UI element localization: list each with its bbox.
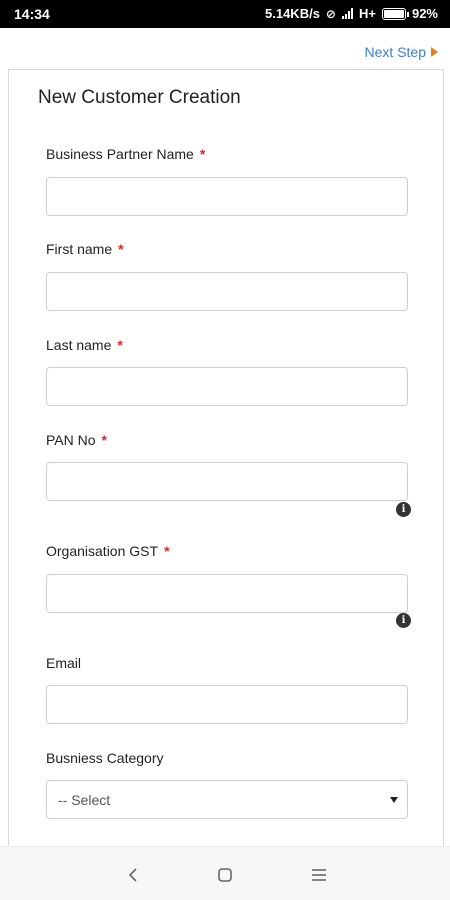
- email-label: Email: [46, 655, 81, 671]
- field-label-text: Busniess Category: [46, 750, 164, 766]
- next-arrow-icon: [431, 47, 438, 57]
- system-nav-bar: [0, 846, 450, 900]
- required-marker: *: [101, 432, 107, 448]
- back-icon[interactable]: [123, 865, 143, 885]
- chevron-down-icon: [390, 797, 398, 803]
- status-time: 14:34: [14, 6, 50, 22]
- field-label-text: First name: [46, 241, 113, 257]
- organisation-gst-input[interactable]: [46, 574, 408, 613]
- required-marker: *: [117, 337, 123, 353]
- pan-info-icon[interactable]: i: [396, 502, 411, 517]
- pan-no-label: PAN No *: [46, 432, 107, 448]
- business-partner-name-label: Business Partner Name *: [46, 146, 205, 162]
- required-marker: *: [118, 241, 124, 257]
- last-name-label: Last name *: [46, 337, 123, 353]
- signal-icon: [341, 8, 353, 19]
- next-step-label: Next Step: [364, 44, 426, 60]
- first-name-input[interactable]: [46, 272, 408, 311]
- field-label-text: Email: [46, 655, 82, 671]
- pan-no-input[interactable]: [46, 462, 408, 501]
- network-speed: 5.14KB/s: [265, 6, 320, 21]
- email-input[interactable]: [46, 685, 408, 724]
- business-category-select[interactable]: -- Select: [46, 780, 408, 819]
- field-label-text: Organisation GST: [46, 543, 159, 559]
- field-label-text: Business Partner Name: [46, 146, 194, 162]
- next-step-link[interactable]: Next Step: [365, 44, 438, 60]
- first-name-label: First name *: [46, 241, 124, 257]
- battery-level: 92%: [411, 6, 438, 21]
- organisation-gst-label: Organisation GST *: [46, 543, 170, 559]
- status-right: 5.14KB/s ⊘ H+ 92%: [265, 6, 438, 21]
- gst-info-icon[interactable]: i: [396, 613, 411, 628]
- required-marker: *: [164, 543, 170, 559]
- field-label-text: Last name: [46, 337, 112, 353]
- business-partner-name-input[interactable]: [46, 177, 408, 216]
- status-bar: 14:34 5.14KB/s ⊘ H+ 92%: [0, 0, 450, 28]
- menu-icon[interactable]: [309, 865, 329, 885]
- field-label-text: PAN No: [46, 432, 96, 448]
- last-name-input[interactable]: [46, 367, 408, 406]
- page-title: New Customer Creation: [38, 87, 241, 108]
- business-category-label: Busniess Category: [46, 750, 164, 766]
- alarm-off-icon: ⊘: [325, 6, 336, 21]
- home-icon[interactable]: [215, 865, 235, 885]
- network-type: H+: [358, 6, 376, 21]
- required-marker: *: [199, 146, 206, 162]
- select-value: -- Select: [58, 792, 111, 808]
- battery-icon: [381, 7, 409, 20]
